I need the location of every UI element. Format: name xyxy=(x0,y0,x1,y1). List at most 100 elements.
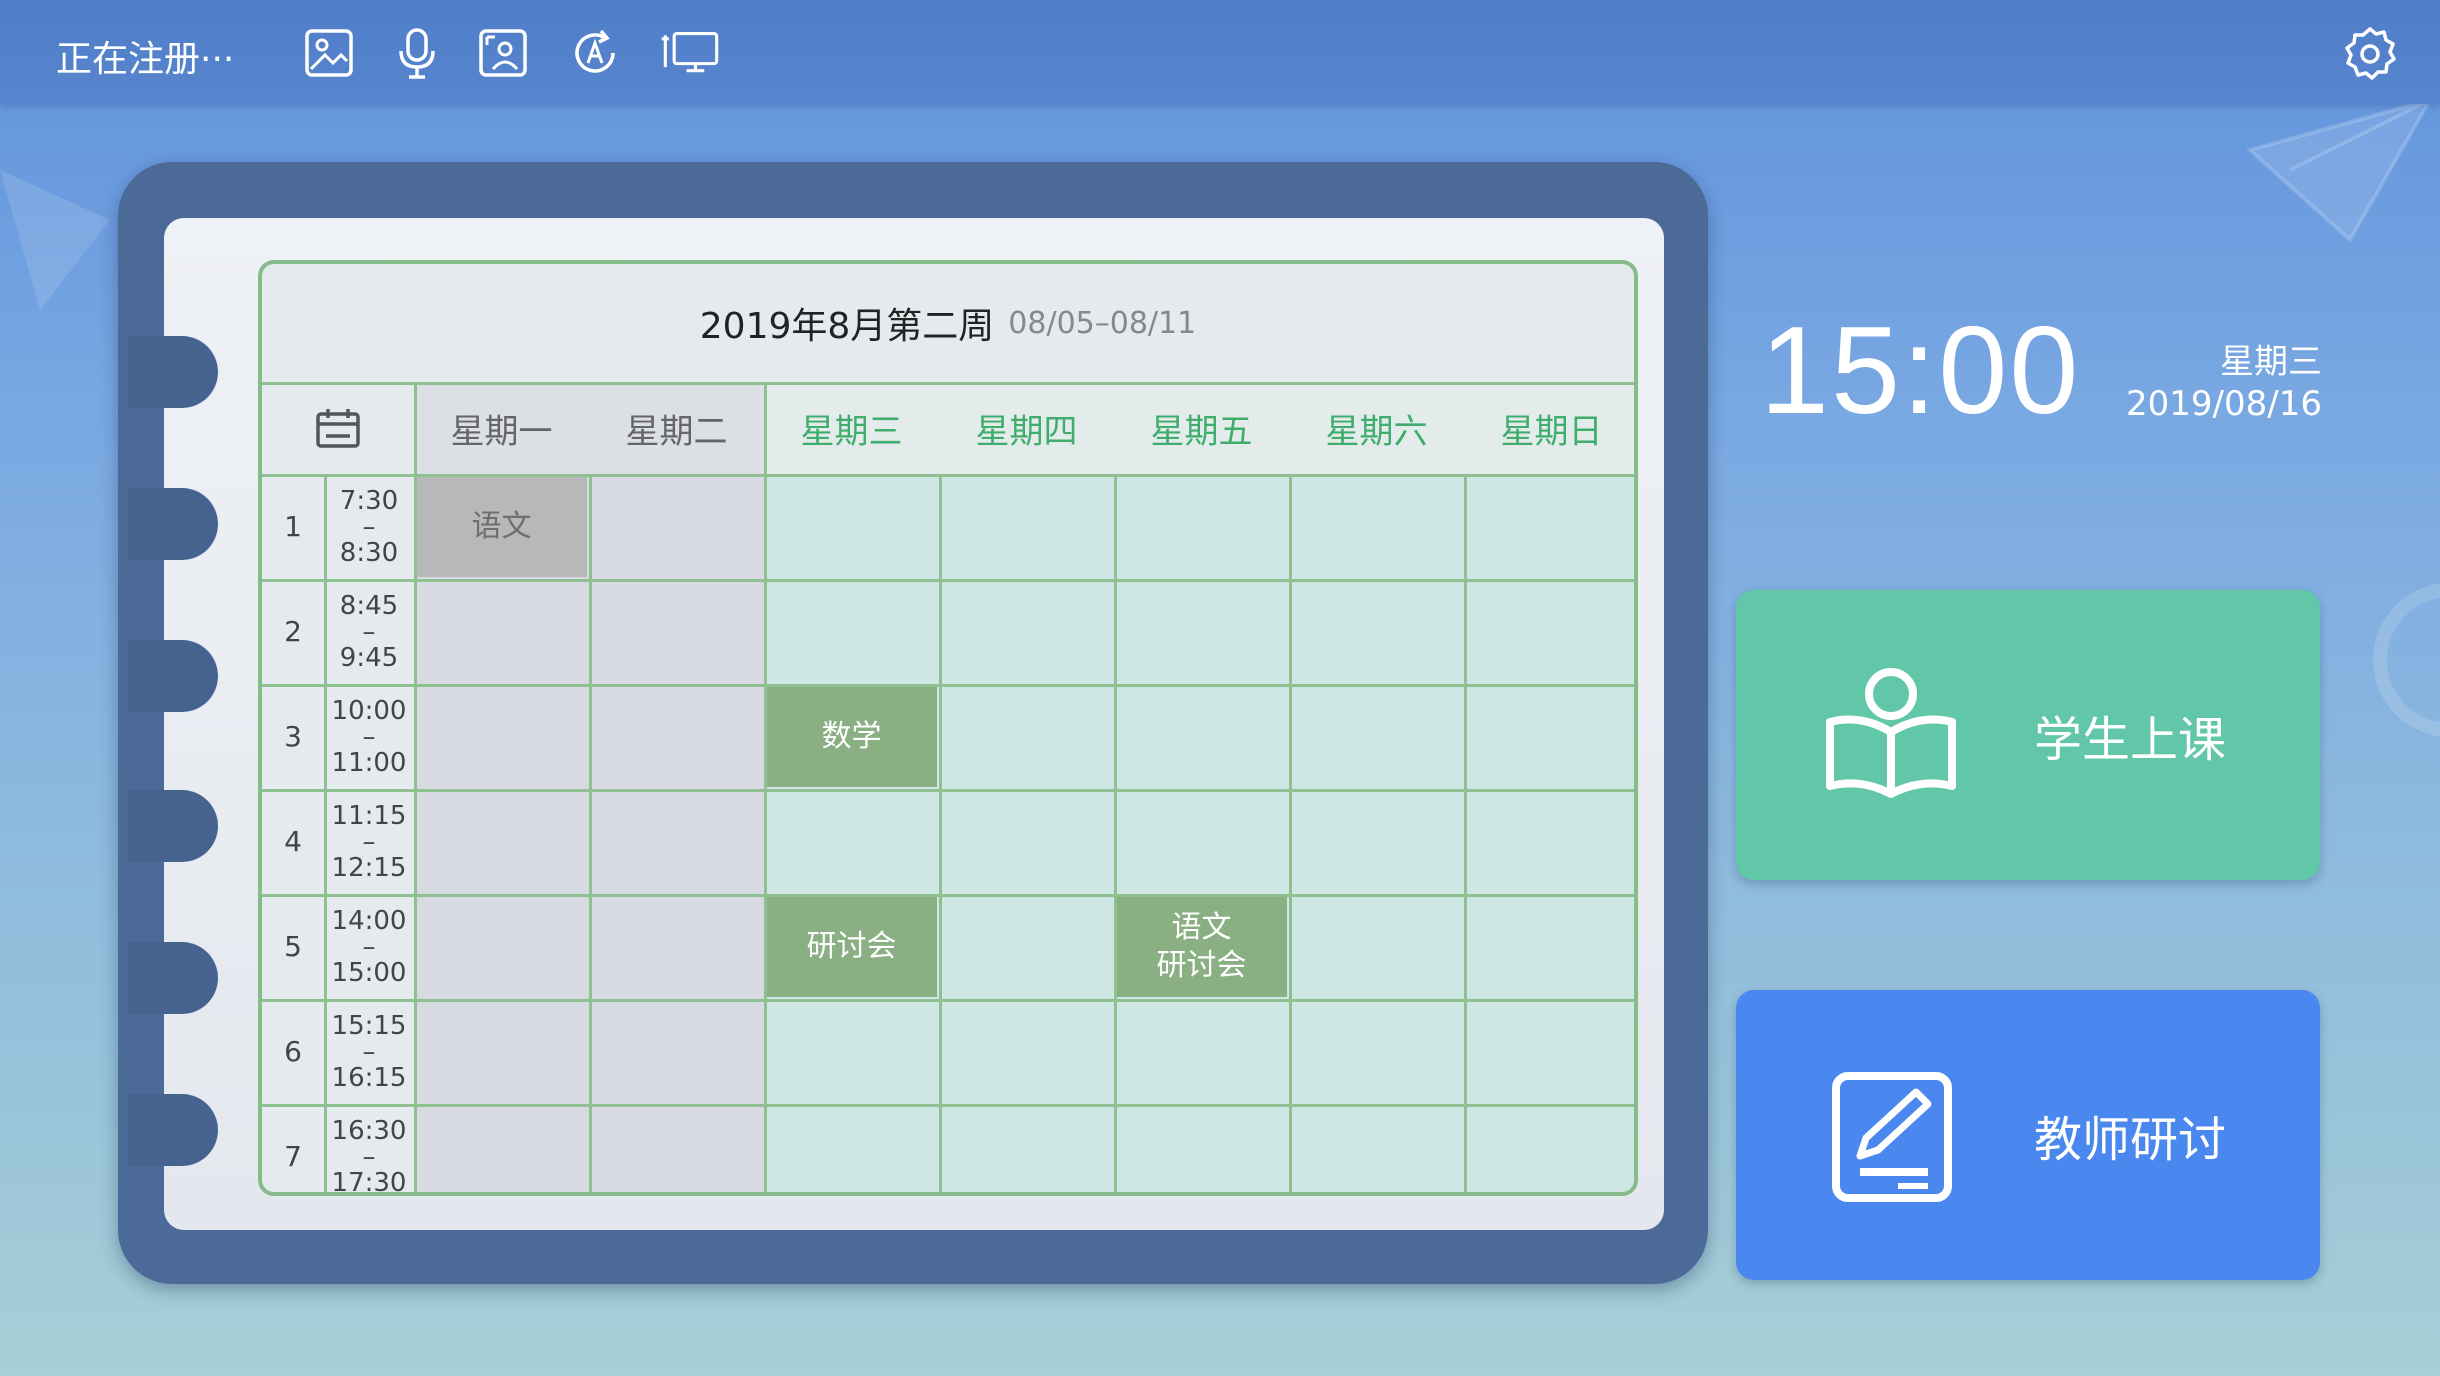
schedule-slot[interactable] xyxy=(1289,894,1464,999)
schedule-slot[interactable] xyxy=(1464,579,1634,684)
schedule-slot[interactable] xyxy=(589,579,764,684)
student-class-button[interactable]: 学生上课 xyxy=(1736,590,2320,880)
schedule-slot[interactable] xyxy=(589,684,764,789)
week-title: 2019年8月第二周 xyxy=(699,306,995,347)
schedule-slot[interactable] xyxy=(764,999,939,1104)
binder-ring xyxy=(128,1094,218,1166)
grid-line xyxy=(589,474,592,1192)
calendar-icon xyxy=(316,409,360,448)
day-header: 星期三 xyxy=(764,382,939,474)
schedule-slot[interactable] xyxy=(764,1104,939,1192)
schedule-slot[interactable] xyxy=(1114,789,1289,894)
time-text: 16:30 xyxy=(331,1115,407,1146)
schedule-slot[interactable] xyxy=(1289,684,1464,789)
schedule-slot[interactable] xyxy=(1289,999,1464,1104)
schedule-slot[interactable] xyxy=(1114,684,1289,789)
portrait-tool-button[interactable] xyxy=(472,22,534,84)
edit-document-icon xyxy=(1832,1072,1952,1202)
schedule-slot[interactable] xyxy=(1114,474,1289,579)
grid-line xyxy=(262,579,1634,582)
grid-line xyxy=(1289,474,1292,1192)
auto-a-button[interactable] xyxy=(564,22,626,84)
teacher-discussion-label: 教师研讨 xyxy=(2034,1112,2227,1168)
microphone-button[interactable] xyxy=(386,22,448,84)
time-text: 11:00 xyxy=(331,747,407,778)
schedule-slot[interactable] xyxy=(414,579,589,684)
course-name: 研讨会 xyxy=(1156,947,1247,983)
schedule-slot[interactable] xyxy=(1464,894,1634,999)
time-text: 17:30 xyxy=(331,1167,407,1196)
schedule-slot[interactable] xyxy=(1464,789,1634,894)
time-text: 16:15 xyxy=(331,1062,407,1093)
schedule-slot[interactable] xyxy=(1289,474,1464,579)
schedule-slot[interactable] xyxy=(764,474,939,579)
schedule-slot[interactable] xyxy=(589,894,764,999)
schedule-slot[interactable] xyxy=(414,1104,589,1192)
grid-line xyxy=(414,382,417,1192)
schedule-slot[interactable] xyxy=(414,789,589,894)
grid-line xyxy=(262,999,1634,1002)
day-header: 星期二 xyxy=(589,382,764,474)
schedule-slot[interactable] xyxy=(939,789,1114,894)
current-date: 2019/08/16 xyxy=(2126,384,2322,424)
grid-line xyxy=(764,382,767,1192)
schedule-slot[interactable] xyxy=(1289,1104,1464,1192)
time-text: 15:00 xyxy=(331,957,407,988)
time-text: 8:45 xyxy=(339,590,399,621)
period-time: 11:15–12:15 xyxy=(324,789,414,894)
period-time: 16:30–17:30 xyxy=(324,1104,414,1196)
schedule-slot[interactable] xyxy=(1464,474,1634,579)
course-block[interactable]: 数学 xyxy=(766,686,937,787)
schedule-slot[interactable] xyxy=(939,1104,1114,1192)
schedule-slot[interactable] xyxy=(764,579,939,684)
reading-student-icon xyxy=(1826,668,1956,798)
time-text: – xyxy=(362,1036,376,1067)
schedule-slot[interactable] xyxy=(939,684,1114,789)
schedule-slot[interactable] xyxy=(939,579,1114,684)
current-weekday: 星期三 xyxy=(2220,342,2322,382)
teacher-discussion-button[interactable]: 教师研讨 xyxy=(1736,990,2320,1280)
period-time: 10:00–11:00 xyxy=(324,684,414,789)
schedule-slot[interactable] xyxy=(414,684,589,789)
course-name: 语文 xyxy=(471,508,532,544)
schedule-slot[interactable] xyxy=(589,789,764,894)
microphone-icon xyxy=(399,28,435,79)
schedule-slot[interactable] xyxy=(589,999,764,1104)
schedule-slot[interactable] xyxy=(1114,579,1289,684)
grid-line xyxy=(262,789,1634,792)
schedule-slot[interactable] xyxy=(939,474,1114,579)
schedule-slot[interactable] xyxy=(1114,1104,1289,1192)
schedule-slot[interactable] xyxy=(414,999,589,1104)
portrait-icon xyxy=(479,29,527,77)
period-number: 4 xyxy=(284,825,302,858)
schedule-slot[interactable] xyxy=(1289,789,1464,894)
settings-button[interactable] xyxy=(2338,22,2402,86)
schedule-slot[interactable] xyxy=(589,474,764,579)
course-name: 研讨会 xyxy=(806,928,897,964)
course-block[interactable]: 研讨会 xyxy=(766,896,937,997)
course-block[interactable]: 语文 xyxy=(416,476,587,577)
schedule-slot[interactable] xyxy=(1464,999,1634,1104)
day-header: 星期一 xyxy=(414,382,589,474)
schedule-slot[interactable] xyxy=(764,789,939,894)
time-text: – xyxy=(362,616,376,647)
day-header: 星期日 xyxy=(1464,382,1634,474)
schedule-slot[interactable] xyxy=(414,894,589,999)
schedule-slot[interactable] xyxy=(939,894,1114,999)
schedule-slot[interactable] xyxy=(939,999,1114,1104)
period-number: 2 xyxy=(284,615,302,648)
schedule-slot[interactable] xyxy=(1464,684,1634,789)
schedule-slot[interactable] xyxy=(589,1104,764,1192)
schedule-slot[interactable] xyxy=(1114,999,1289,1104)
period-number: 5 xyxy=(284,930,302,963)
circle-decoration xyxy=(2373,583,2440,737)
time-text: 10:00 xyxy=(331,695,407,726)
schedule-slot[interactable] xyxy=(1289,579,1464,684)
image-tool-button[interactable] xyxy=(298,22,360,84)
schedule-slot[interactable] xyxy=(1464,1104,1634,1192)
course-block[interactable]: 语文 研讨会 xyxy=(1116,896,1287,997)
screen-cast-button[interactable] xyxy=(660,22,722,84)
day-header: 星期四 xyxy=(939,382,1114,474)
binder-ring xyxy=(128,488,218,560)
binder-ring xyxy=(128,790,218,862)
